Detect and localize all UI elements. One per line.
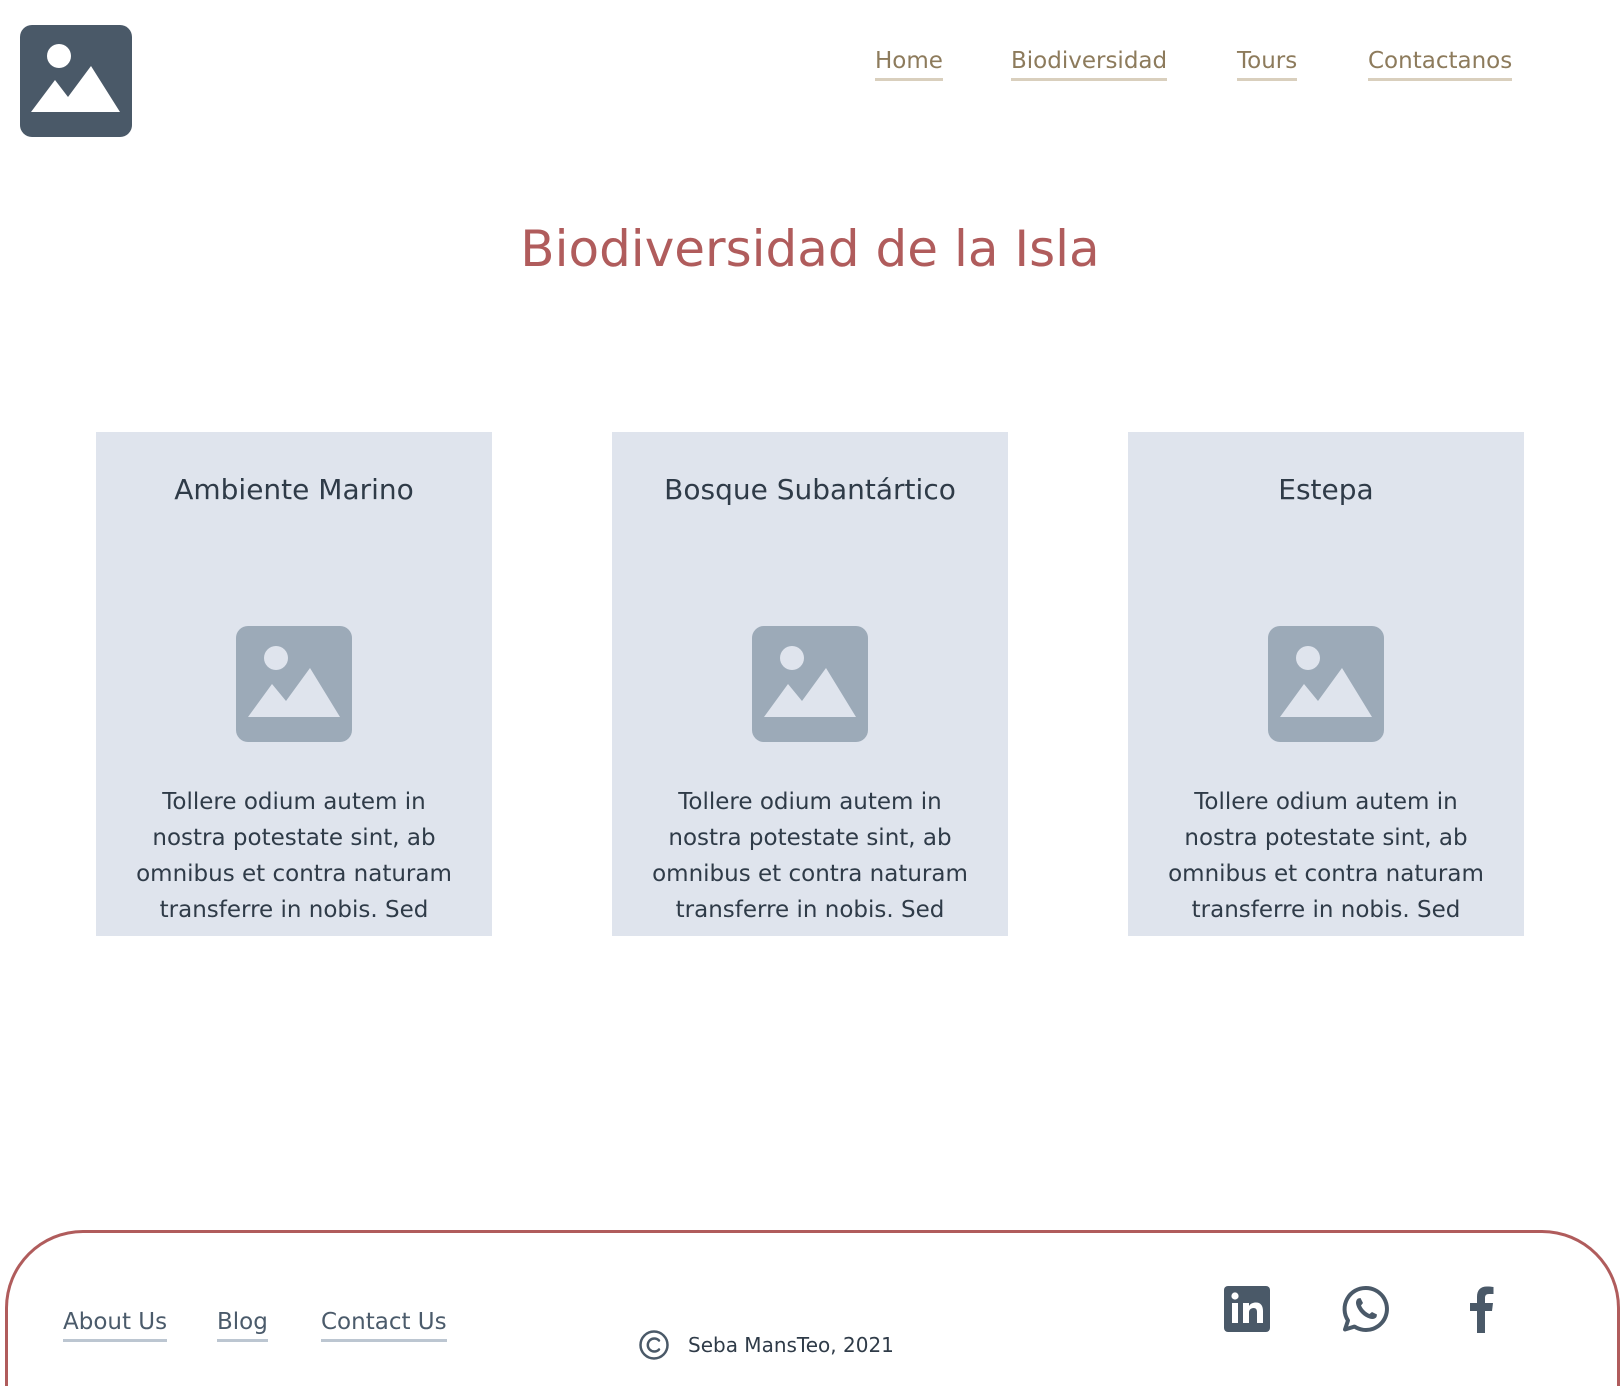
card-title: Bosque Subantártico (664, 473, 956, 506)
main-nav: Home Biodiversidad Tours Contactanos (0, 44, 1620, 84)
copyright-icon (638, 1329, 670, 1361)
facebook-icon[interactable] (1461, 1283, 1501, 1335)
card-title: Ambiente Marino (174, 473, 414, 506)
footer: About Us Blog Contact Us Seba MansTeo, 2… (5, 1230, 1620, 1386)
copyright-text: Seba MansTeo, 2021 (688, 1333, 894, 1357)
card-description: Tollere odium autem in nostra potestate … (1168, 789, 1484, 923)
card-description: Tollere odium autem in nostra potestate … (652, 789, 968, 923)
nav-link-biodiversidad[interactable]: Biodiversidad (1011, 44, 1168, 81)
image-placeholder-icon (1268, 626, 1384, 742)
card-bosque-subantartico: Bosque Subantártico Tollere odium autem … (612, 432, 1008, 936)
card-ambiente-marino: Ambiente Marino Tollere odium autem in n… (96, 432, 492, 936)
card-description: Tollere odium autem in nostra potestate … (136, 789, 452, 923)
nav-link-home[interactable]: Home (875, 44, 943, 81)
footer-link-about-us[interactable]: About Us (63, 1305, 168, 1342)
card-title: Estepa (1278, 473, 1374, 506)
linkedin-icon[interactable] (1221, 1283, 1273, 1335)
copyright: Seba MansTeo, 2021 (638, 1329, 894, 1361)
nav-link-contactanos[interactable]: Contactanos (1368, 44, 1513, 81)
nav-link-tours[interactable]: Tours (1237, 44, 1298, 81)
image-placeholder-icon (752, 626, 868, 742)
page-title: Biodiversidad de la Isla (520, 220, 1100, 278)
card-estepa: Estepa Tollere odium autem in nostra pot… (1128, 432, 1524, 936)
image-placeholder-icon (236, 626, 352, 742)
page: Home Biodiversidad Tours Contactanos Bio… (0, 0, 1620, 1386)
footer-link-blog[interactable]: Blog (217, 1305, 268, 1342)
footer-link-contact-us[interactable]: Contact Us (321, 1305, 447, 1342)
whatsapp-icon[interactable] (1340, 1283, 1392, 1335)
